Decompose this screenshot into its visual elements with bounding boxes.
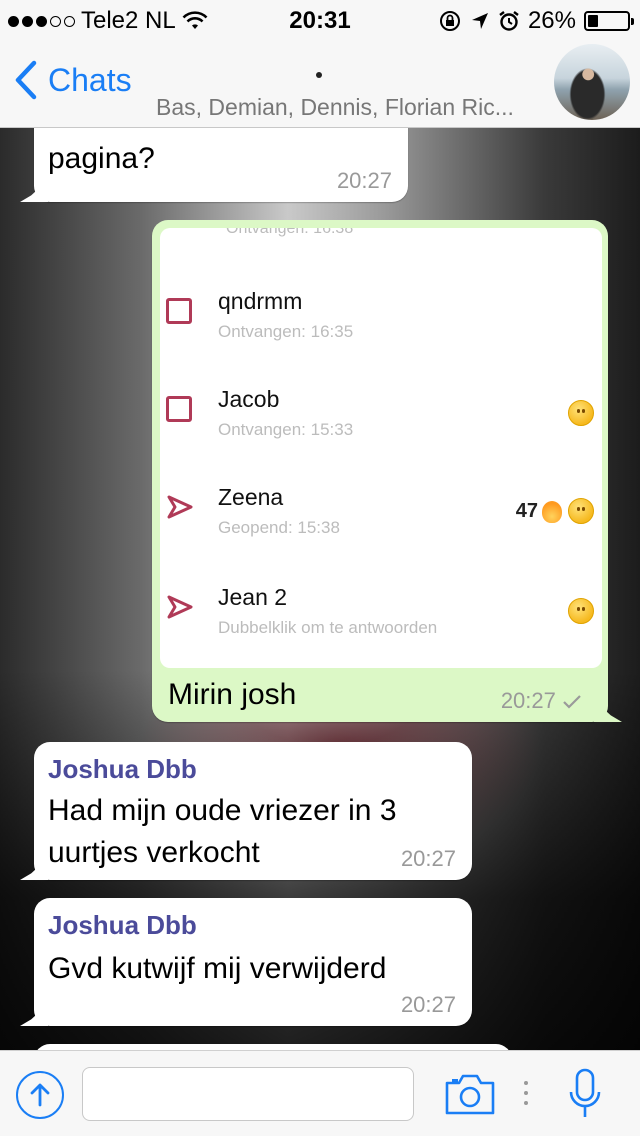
sender-name: Joshua Dbb xyxy=(48,910,197,940)
message-list[interactable]: zoetermeer facebook pagina? 20:27 Ontvan… xyxy=(0,128,640,1050)
smiley-icon xyxy=(568,400,594,426)
chat-header: Chats Bas, Demian, Dennis, Florian Ric..… xyxy=(0,40,640,128)
typing-indicator-dot xyxy=(316,72,322,78)
bubble-tail xyxy=(20,1004,48,1026)
snap-row: Jacob Ontvangen: 15:33 xyxy=(160,386,602,456)
bubble-tail xyxy=(20,858,48,880)
snap-row: Jean 2 Dubbelklik om te antwoorden xyxy=(160,584,602,654)
battery-icon xyxy=(584,11,634,31)
message-input[interactable] xyxy=(82,1067,414,1121)
bubble-tail xyxy=(20,180,48,202)
unopened-snap-icon xyxy=(166,396,192,422)
status-bar: Tele2 NL 20:31 26% xyxy=(0,0,640,40)
back-button[interactable]: Chats xyxy=(14,60,132,100)
unopened-snap-icon xyxy=(166,298,192,324)
message-time: 20:27 xyxy=(336,168,392,193)
message-bubble[interactable]: Joshua Dbb Had mijn oude vriezer in 3 uu… xyxy=(20,742,472,880)
location-icon xyxy=(471,13,488,29)
message-bubble[interactable]: zoetermeer facebook pagina? 20:27 xyxy=(20,128,408,202)
snap-status: Dubbelklik om te antwoorden xyxy=(218,618,438,637)
cutoff-label: Ontvangen: 16:38 xyxy=(226,228,354,237)
alarm-icon xyxy=(499,11,519,31)
sent-snap-arrow-icon xyxy=(167,495,193,519)
message-text: Gvd kutwijf mij verwijderd xyxy=(48,952,387,985)
attached-screenshot[interactable]: Ontvangen: 16:38 qndrmm Ontvangen: 16:35… xyxy=(160,228,602,668)
separator-dots xyxy=(524,1081,528,1105)
voice-message-button[interactable] xyxy=(566,1067,604,1123)
attach-button[interactable] xyxy=(16,1071,64,1119)
rotation-lock-icon xyxy=(439,11,460,31)
friend-name: Jacob xyxy=(218,386,280,412)
arrow-up-icon xyxy=(30,1083,50,1107)
group-members[interactable]: Bas, Demian, Dennis, Florian Ric... xyxy=(156,94,514,121)
friend-name: qndrmm xyxy=(218,288,303,314)
message-time: 20:27 xyxy=(400,992,456,1017)
group-avatar[interactable] xyxy=(554,44,630,120)
battery-percent: 26% xyxy=(527,7,576,34)
image-message-bubble[interactable]: Ontvangen: 16:38 qndrmm Ontvangen: 16:35… xyxy=(152,220,622,722)
snap-status: Ontvangen: 16:35 xyxy=(218,322,354,341)
back-label: Chats xyxy=(48,61,132,98)
smiley-icon xyxy=(568,598,594,624)
microphone-icon xyxy=(569,1068,601,1117)
snap-row: qndrmm Ontvangen: 16:35 xyxy=(160,288,602,358)
smiley-icon xyxy=(568,498,594,524)
friend-name: Jean 2 xyxy=(218,584,288,610)
battery-level xyxy=(588,15,598,27)
snap-status: Geopend: 15:38 xyxy=(218,518,340,537)
chevron-left-icon xyxy=(15,60,37,100)
message-bubble[interactable]: Joshua Dbb Gvd kutwijf mij verwijderd 20… xyxy=(20,898,472,1026)
friend-name: Zeena xyxy=(218,484,284,510)
image-caption: Mirin josh xyxy=(168,678,297,711)
snap-row: Zeena Geopend: 15:38 47 xyxy=(160,484,602,554)
message-time: 20:27 xyxy=(501,688,582,714)
message-text: Had mijn oude vriezer in 3 uurtjes verko… xyxy=(48,794,397,869)
camera-icon xyxy=(445,1074,495,1115)
sender-name: Joshua Dbb xyxy=(48,754,197,784)
streak-count: 47 xyxy=(516,500,562,523)
composer-bar xyxy=(0,1050,640,1136)
message-text: zoetermeer facebook pagina? xyxy=(48,128,330,175)
sent-check-icon xyxy=(563,695,581,709)
fire-icon xyxy=(542,500,562,523)
bubble-tail xyxy=(594,700,622,722)
camera-button[interactable] xyxy=(444,1071,496,1117)
message-time: 20:27 xyxy=(400,846,456,871)
snap-status: Ontvangen: 15:33 xyxy=(218,420,354,439)
sent-snap-arrow-icon xyxy=(167,595,193,619)
